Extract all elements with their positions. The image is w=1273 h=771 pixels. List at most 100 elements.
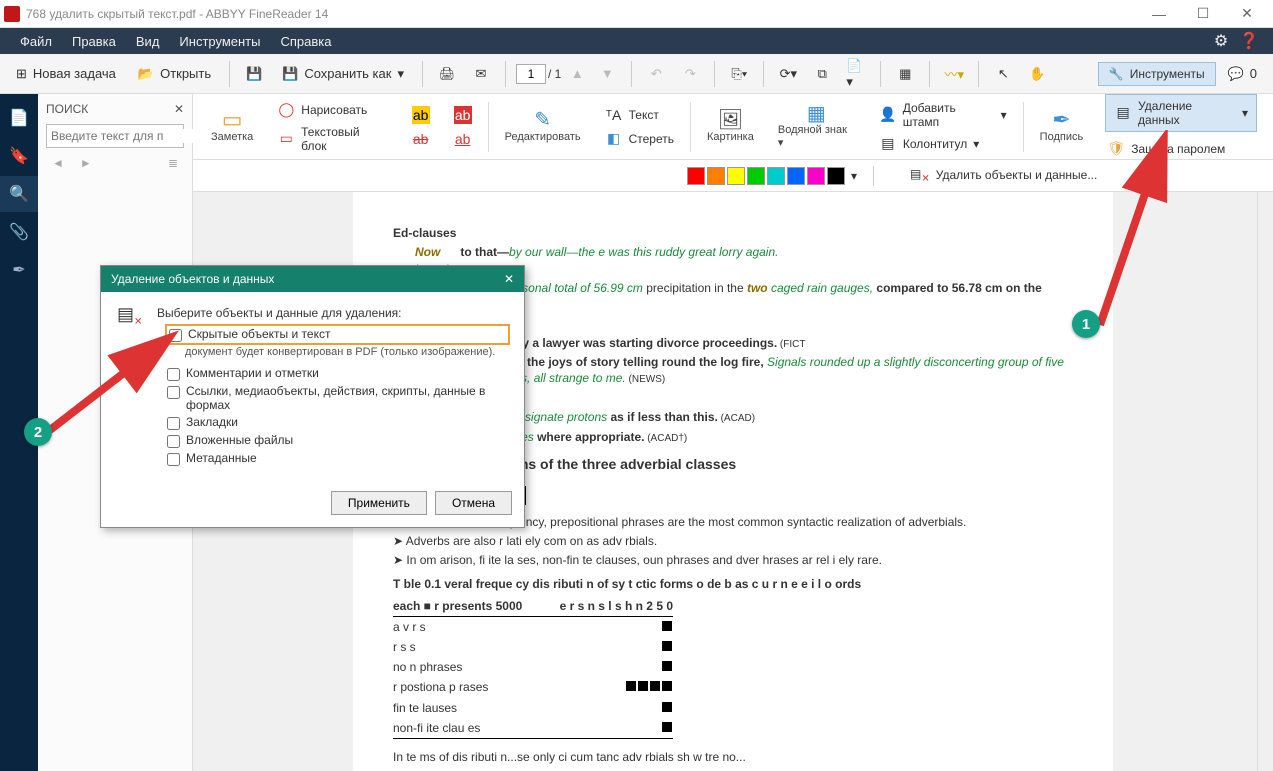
protect-tool[interactable]: 🛡Защита паролем — [1105, 138, 1257, 160]
text-icon: ᵀA — [605, 106, 623, 124]
signature-tool[interactable]: ✒ Подпись — [1030, 99, 1094, 155]
color-swatch[interactable] — [807, 167, 825, 185]
ocr-button[interactable]: ▦ — [891, 62, 919, 86]
gear-icon[interactable]: ⚙ — [1207, 31, 1235, 51]
hl-red-tool[interactable]: ab — [452, 104, 474, 126]
close-button[interactable]: ✕ — [1225, 0, 1269, 28]
hand-button[interactable]: ✋ — [1023, 62, 1051, 86]
help-icon[interactable]: ❓ — [1235, 31, 1263, 51]
note-icon: ▭ — [223, 111, 241, 129]
page-total: / 1 — [548, 67, 561, 81]
edit-icon: ✎ — [534, 111, 552, 129]
new-task-button[interactable]: ⊞Новая задача — [8, 62, 124, 86]
text-tool[interactable]: ᵀAТекст — [603, 104, 676, 126]
hl-strike-tool[interactable]: ab — [410, 128, 432, 150]
page-down-button[interactable]: ▼ — [593, 62, 621, 85]
rail-attachments-icon[interactable]: 📎 — [0, 214, 38, 250]
draw-tool[interactable]: ◯Нарисовать — [275, 99, 389, 121]
save-as-icon: 💾 — [282, 66, 298, 82]
erase-tool[interactable]: ◧Стереть — [603, 128, 676, 150]
dialog-close-icon[interactable]: ✕ — [504, 272, 514, 286]
page-input[interactable] — [516, 64, 546, 84]
watermark-tool[interactable]: ▦ Водяной знак ▾ — [768, 99, 865, 155]
stamp-tool[interactable]: 👤Добавить штамп ▾ — [877, 99, 1009, 131]
main-toolbar: ⊞Новая задача 📂Открыть 💾 💾Сохранить как … — [0, 54, 1273, 94]
checkbox-links[interactable]: Ссылки, медиаобъекты, действия, скрипты,… — [167, 384, 508, 412]
header-footer-tool[interactable]: ▤Колонтитул ▾ — [877, 133, 1009, 155]
maximize-button[interactable]: ☐ — [1181, 0, 1225, 28]
rail-signature-icon[interactable]: ✒ — [0, 252, 38, 288]
color-swatch[interactable] — [727, 167, 745, 185]
highlight-button[interactable]: 〰▾ — [940, 60, 968, 87]
rail-pages-icon[interactable]: 📄 — [0, 100, 38, 136]
title-bar: 768 удалить скрытый текст.pdf - ABBYY Fi… — [0, 0, 1273, 28]
color-swatch[interactable] — [827, 167, 845, 185]
checkbox-attachments[interactable]: Вложенные файлы — [167, 433, 508, 448]
sidebar-close-icon[interactable]: ✕ — [174, 102, 184, 116]
search-input[interactable] — [51, 129, 206, 143]
shield-icon: 🛡 — [1107, 140, 1125, 158]
comments-button[interactable]: 💬0 — [1220, 62, 1265, 86]
stamp-icon: 👤 — [879, 106, 897, 124]
checkbox-bookmarks[interactable]: Закладки — [167, 415, 508, 430]
sidebar-title: ПОИСК — [46, 102, 88, 116]
delete-objects-button[interactable]: ▤✕ Удалить объекты и данные... — [910, 167, 1097, 184]
minimize-button[interactable]: — — [1137, 0, 1181, 28]
save-button[interactable]: 💾 — [240, 62, 268, 86]
crop-button[interactable]: ⧉ — [808, 62, 836, 86]
print-button[interactable]: 🖨 — [433, 62, 461, 86]
tools-toggle-button[interactable]: 🔧Инструменты — [1098, 62, 1216, 86]
note-tool[interactable]: ▭ Заметка — [201, 99, 263, 155]
arrow-button[interactable]: ↖ — [989, 62, 1017, 86]
apply-button[interactable]: Применить — [331, 491, 427, 515]
save-as-button[interactable]: 💾Сохранить как ▾ — [274, 62, 412, 86]
search-prev-icon[interactable]: ◄ — [52, 156, 64, 170]
dialog-title: Удаление объектов и данных — [111, 272, 274, 286]
image-icon: 🖼 — [721, 111, 739, 129]
search-options-icon[interactable]: ≣ — [168, 156, 178, 170]
image-tool[interactable]: 🖼 Картинка — [697, 99, 764, 155]
menu-tools[interactable]: Инструменты — [169, 34, 270, 49]
color-swatch[interactable] — [687, 167, 705, 185]
email-button[interactable]: ✉ — [467, 62, 495, 86]
open-button[interactable]: 📂Открыть — [130, 62, 219, 86]
delete-objects-dialog: Удаление объектов и данных ✕ ▤✕ Выберите… — [100, 265, 525, 528]
pen-icon: ✒ — [1052, 111, 1070, 129]
underline-tool[interactable]: ab — [452, 128, 474, 150]
color-dropdown-icon[interactable]: ▾ — [851, 169, 857, 183]
checkbox-metadata[interactable]: Метаданные — [167, 451, 508, 466]
color-swatch[interactable] — [767, 167, 785, 185]
comment-icon: 💬 — [1228, 66, 1244, 82]
cancel-button[interactable]: Отмена — [435, 491, 512, 515]
undo-button[interactable]: ↶ — [642, 62, 670, 86]
vertical-scrollbar[interactable] — [1257, 192, 1273, 771]
copy-button[interactable]: ⎘▾ — [725, 62, 753, 86]
color-swatch[interactable] — [707, 167, 725, 185]
menu-file[interactable]: Файл — [10, 34, 62, 49]
delete-data-button[interactable]: ▤Удаление данных ▾ — [1105, 94, 1257, 132]
page-navigator: / 1 ▲ ▼ — [516, 62, 621, 85]
color-swatch[interactable] — [787, 167, 805, 185]
search-next-icon[interactable]: ► — [80, 156, 92, 170]
rotate-button[interactable]: ⟳▾ — [774, 62, 802, 86]
plus-icon: ⊞ — [16, 66, 27, 82]
erase-icon: ◧ — [605, 130, 623, 148]
rail-bookmarks-icon[interactable]: 🔖 — [0, 138, 38, 174]
checkbox-comments[interactable]: Комментарии и отметки — [167, 366, 508, 381]
redo-button[interactable]: ↷ — [676, 62, 704, 86]
annotation-badge-1: 1 — [1072, 310, 1100, 338]
rail-search-icon[interactable]: 🔍 — [0, 176, 38, 212]
color-row: ▾ ▤✕ Удалить объекты и данные... — [193, 160, 1273, 192]
menu-view[interactable]: Вид — [126, 34, 170, 49]
menu-help[interactable]: Справка — [270, 34, 341, 49]
color-swatch[interactable] — [747, 167, 765, 185]
menu-edit[interactable]: Правка — [62, 34, 126, 49]
page-tools-button[interactable]: 📄▾ — [842, 54, 870, 94]
hl-yellow-tool[interactable]: ab — [410, 104, 432, 126]
header-footer-icon: ▤ — [879, 135, 897, 153]
edit-tool[interactable]: ✎ Редактировать — [495, 99, 591, 155]
page-up-button[interactable]: ▲ — [563, 62, 591, 85]
watermark-icon: ▦ — [807, 104, 825, 122]
checkbox-hidden-objects[interactable]: Скрытые объекты и текст — [167, 326, 508, 343]
textblock-tool[interactable]: ▭Текстовый блок — [275, 123, 389, 155]
